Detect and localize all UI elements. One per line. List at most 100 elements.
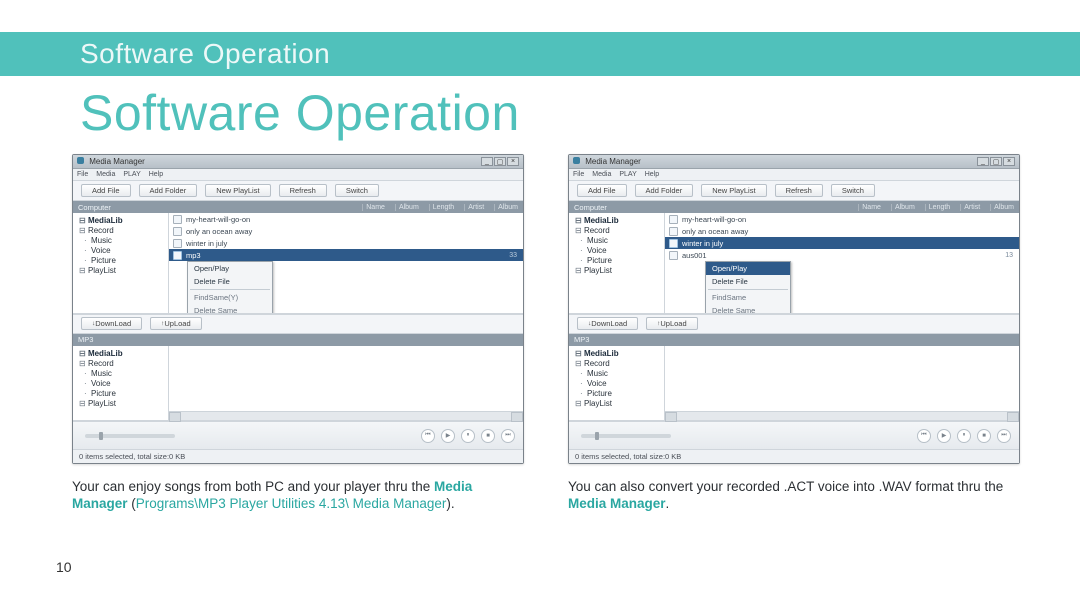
tree-voice[interactable]: Voice [575, 246, 660, 255]
computer-tree[interactable]: MediaLib Record Music Voice Picture Play… [73, 213, 169, 313]
add-file-button[interactable]: Add File [577, 184, 627, 197]
list-item-selected[interactable]: winter in july [665, 237, 1019, 249]
ctx-delete[interactable]: Delete File [706, 275, 790, 288]
seek-slider[interactable] [85, 434, 175, 438]
seek-slider[interactable] [581, 434, 671, 438]
stop-button[interactable]: ■ [481, 429, 495, 443]
minimize-button[interactable]: _ [481, 157, 493, 166]
computer-file-list[interactable]: my-heart-will-go-on only an ocean away w… [169, 213, 523, 313]
ctx-findsame[interactable]: FindSame(Y) [188, 291, 272, 304]
list-item[interactable]: my-heart-will-go-on [665, 213, 1019, 225]
play-button[interactable]: ▶ [937, 429, 951, 443]
left-column: Media Manager _ ▢ × File Media PLAY Help… [72, 154, 524, 513]
device-file-list[interactable] [665, 346, 1019, 420]
next-button[interactable]: ⏭ [997, 429, 1011, 443]
tree-music[interactable]: Music [575, 369, 660, 378]
download-button[interactable]: ↓DownLoad [81, 317, 142, 330]
ctx-sep [708, 289, 788, 290]
upload-button[interactable]: ↑UpLoad [646, 317, 698, 330]
file-icon [669, 215, 678, 224]
close-button[interactable]: × [1003, 157, 1015, 166]
tree-record[interactable]: Record [575, 359, 660, 368]
tree-picture[interactable]: Picture [79, 389, 164, 398]
play-button[interactable]: ▶ [441, 429, 455, 443]
tree-picture[interactable]: Picture [79, 256, 164, 265]
bottom-columns-header: MP3 [569, 334, 1019, 346]
list-item[interactable]: only an ocean away [665, 225, 1019, 237]
add-folder-button[interactable]: Add Folder [139, 184, 198, 197]
minimize-button[interactable]: _ [977, 157, 989, 166]
stop-button[interactable]: ■ [977, 429, 991, 443]
ctx-delsame[interactable]: Delete Same [706, 304, 790, 313]
context-menu[interactable]: Open/Play Delete File FindSame Delete Sa… [705, 261, 791, 313]
pause-button[interactable]: ⏸ [957, 429, 971, 443]
menu-file[interactable]: File [77, 171, 88, 178]
tree-medialib[interactable]: MediaLib [79, 349, 164, 358]
maximize-button[interactable]: ▢ [494, 157, 506, 166]
col-album2: Album [494, 204, 518, 211]
tree-voice[interactable]: Voice [79, 246, 164, 255]
ctx-findsame[interactable]: FindSame [706, 291, 790, 304]
device-tree[interactable]: MediaLib Record Music Voice Picture Play… [73, 346, 169, 420]
new-playlist-button[interactable]: New PlayList [701, 184, 766, 197]
menu-help[interactable]: Help [645, 171, 659, 178]
maximize-button[interactable]: ▢ [990, 157, 1002, 166]
tree-record[interactable]: Record [79, 359, 164, 368]
pause-button[interactable]: ⏸ [461, 429, 475, 443]
tree-record[interactable]: Record [575, 226, 660, 235]
prev-button[interactable]: ⏮ [421, 429, 435, 443]
tree-playlist[interactable]: PlayList [79, 266, 164, 275]
refresh-button[interactable]: Refresh [279, 184, 327, 197]
menu-media[interactable]: Media [96, 171, 115, 178]
menu-play[interactable]: PLAY [619, 171, 636, 178]
close-button[interactable]: × [507, 157, 519, 166]
computer-file-list[interactable]: my-heart-will-go-on only an ocean away w… [665, 213, 1019, 313]
tree-playlist[interactable]: PlayList [575, 399, 660, 408]
tree-medialib[interactable]: MediaLib [575, 216, 660, 225]
ctx-delsame[interactable]: Delete Same [188, 304, 272, 313]
tree-voice[interactable]: Voice [575, 379, 660, 388]
refresh-button[interactable]: Refresh [775, 184, 823, 197]
menu-help[interactable]: Help [149, 171, 163, 178]
tree-medialib[interactable]: MediaLib [79, 216, 164, 225]
computer-tree[interactable]: MediaLib Record Music Voice Picture Play… [569, 213, 665, 313]
col-name: Name [362, 204, 385, 211]
tree-playlist[interactable]: PlayList [575, 266, 660, 275]
tree-voice[interactable]: Voice [79, 379, 164, 388]
tree-music[interactable]: Music [79, 236, 164, 245]
device-file-list[interactable] [169, 346, 523, 420]
tree-record[interactable]: Record [79, 226, 164, 235]
list-item[interactable]: winter in july [169, 237, 523, 249]
add-folder-button[interactable]: Add Folder [635, 184, 694, 197]
add-file-button[interactable]: Add File [81, 184, 131, 197]
list-item[interactable]: aus00113 [665, 249, 1019, 261]
list-item[interactable]: only an ocean away [169, 225, 523, 237]
tree-playlist[interactable]: PlayList [79, 399, 164, 408]
download-button[interactable]: ↓DownLoad [577, 317, 638, 330]
ctx-open[interactable]: Open/Play [706, 262, 790, 275]
prev-button[interactable]: ⏮ [917, 429, 931, 443]
tree-music[interactable]: Music [79, 369, 164, 378]
switch-button[interactable]: Switch [335, 184, 379, 197]
upload-button[interactable]: ↑UpLoad [150, 317, 202, 330]
list-item[interactable]: my-heart-will-go-on [169, 213, 523, 225]
horizontal-scrollbar[interactable] [169, 411, 523, 420]
tree-medialib[interactable]: MediaLib [575, 349, 660, 358]
new-playlist-button[interactable]: New PlayList [205, 184, 270, 197]
switch-button[interactable]: Switch [831, 184, 875, 197]
file-icon [669, 227, 678, 236]
menu-file[interactable]: File [573, 171, 584, 178]
ctx-open[interactable]: Open/Play [188, 262, 272, 275]
list-item-selected[interactable]: mp333 [169, 249, 523, 261]
horizontal-scrollbar[interactable] [665, 411, 1019, 420]
tree-picture[interactable]: Picture [575, 389, 660, 398]
down-arrow-icon: ↓ [92, 320, 95, 327]
device-tree[interactable]: MediaLib Record Music Voice Picture Play… [569, 346, 665, 420]
menu-play[interactable]: PLAY [123, 171, 140, 178]
tree-music[interactable]: Music [575, 236, 660, 245]
next-button[interactable]: ⏭ [501, 429, 515, 443]
ctx-delete[interactable]: Delete File [188, 275, 272, 288]
menu-media[interactable]: Media [592, 171, 611, 178]
tree-picture[interactable]: Picture [575, 256, 660, 265]
context-menu[interactable]: Open/Play Delete File FindSame(Y) Delete… [187, 261, 273, 313]
